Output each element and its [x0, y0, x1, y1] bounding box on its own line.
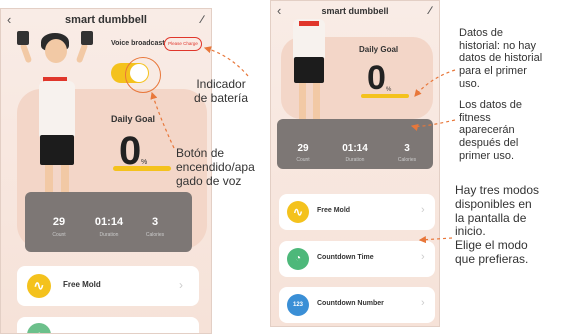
- arrow-fitness: [410, 119, 456, 131]
- arrow-voice-switch: [150, 91, 175, 149]
- instruction-figure: ‹ smart dumbbell ∕ Voice broadcast Pleas…: [0, 0, 587, 334]
- arrow-battery: [203, 46, 249, 77]
- arrow-history: [414, 69, 456, 97]
- annotation-arrows: [150, 46, 456, 244]
- arrow-modes: [418, 236, 453, 244]
